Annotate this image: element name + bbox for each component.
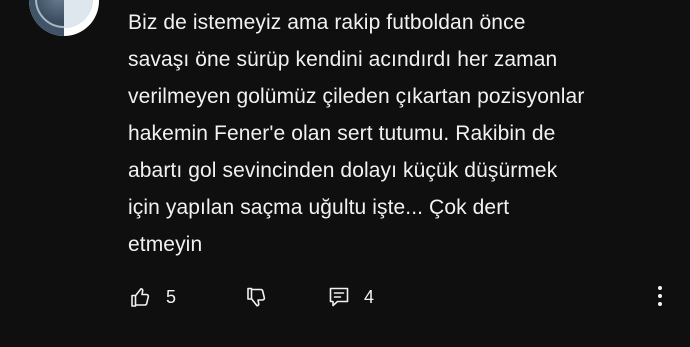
thumbs-down-icon — [244, 284, 270, 310]
thumbs-up-icon — [128, 284, 154, 310]
more-options-button[interactable] — [648, 284, 672, 312]
replies-button[interactable]: 4 — [326, 282, 374, 312]
like-button[interactable]: 5 — [128, 282, 244, 312]
comment-actions: 5 4 — [128, 282, 374, 312]
avatar[interactable] — [29, 0, 99, 36]
reply-count: 4 — [364, 286, 375, 307]
dislike-button[interactable] — [244, 282, 326, 312]
comment-thread: Biz de istemeyiz ama rakip futboldan önc… — [0, 0, 690, 347]
more-vertical-icon — [657, 284, 663, 313]
comment-icon — [326, 284, 352, 310]
like-count: 5 — [166, 286, 177, 307]
comment-text: Biz de istemeyiz ama rakip futboldan önc… — [128, 11, 585, 256]
